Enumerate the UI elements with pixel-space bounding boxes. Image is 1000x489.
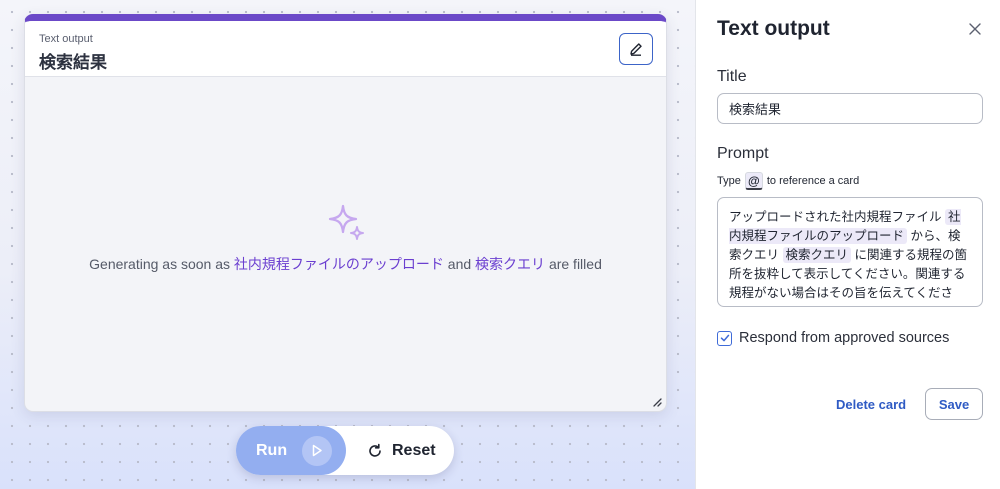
prompt-textarea[interactable]: アップロードされた社内規程ファイル 社内規程ファイルのアップロード から、検索ク… <box>717 197 983 307</box>
card-settings-panel: Text output Title Prompt Type @ to refer… <box>695 0 1000 489</box>
run-button[interactable]: Run <box>236 426 346 475</box>
play-icon <box>302 435 333 466</box>
approved-sources-option[interactable]: Respond from approved sources <box>717 330 949 346</box>
reference-upload: 社内規程ファイルのアップロード <box>233 256 444 272</box>
text-output-card[interactable]: Text output 検索結果 Generating as soon as 社… <box>24 14 667 412</box>
edit-card-button[interactable] <box>619 33 653 65</box>
card-body: Generating as soon as 社内規程ファイルのアップロード an… <box>25 77 666 411</box>
close-icon[interactable] <box>968 22 982 36</box>
approved-sources-checkbox[interactable] <box>717 330 732 346</box>
reset-label: Reset <box>392 441 436 459</box>
prompt-field-label: Prompt <box>717 145 769 162</box>
delete-card-button[interactable]: Delete card <box>836 397 906 412</box>
hint-suffix: to reference a card <box>766 175 860 187</box>
reset-button[interactable]: Reset <box>367 426 436 475</box>
refresh-icon <box>369 443 381 457</box>
generating-suffix: are filled <box>548 256 602 272</box>
prompt-reference-query[interactable]: 検索クエリ <box>782 247 852 263</box>
run-reset-controls: Run Reset <box>236 426 454 475</box>
approved-sources-label: Respond from approved sources <box>739 330 950 346</box>
run-label: Run <box>256 441 288 459</box>
workflow-canvas: Text output 検索結果 Generating as soon as 社… <box>0 0 695 489</box>
reference-query: 検索クエリ <box>475 256 546 272</box>
sparkle-icon <box>328 204 364 240</box>
prompt-hint: Type @ to reference a card <box>717 172 859 190</box>
pencil-icon <box>630 43 642 56</box>
card-header: Text output 検索結果 <box>25 21 666 77</box>
hint-prefix: Type <box>717 175 741 187</box>
panel-title: Text output <box>717 17 830 40</box>
title-field-label: Title <box>717 68 747 85</box>
generating-join: and <box>447 256 472 272</box>
prompt-text-1: アップロードされた社内規程ファイル <box>729 210 942 224</box>
save-button[interactable]: Save <box>925 388 983 420</box>
checkmark-icon <box>720 334 729 342</box>
resize-grip-icon[interactable] <box>652 397 662 407</box>
at-key-badge: @ <box>744 172 763 190</box>
card-title: 検索結果 <box>39 53 107 72</box>
generating-message: Generating as soon as 社内規程ファイルのアップロード an… <box>89 254 602 274</box>
card-type-label: Text output <box>39 33 93 45</box>
title-input[interactable] <box>717 93 983 124</box>
generating-prefix: Generating as soon as <box>89 256 231 272</box>
